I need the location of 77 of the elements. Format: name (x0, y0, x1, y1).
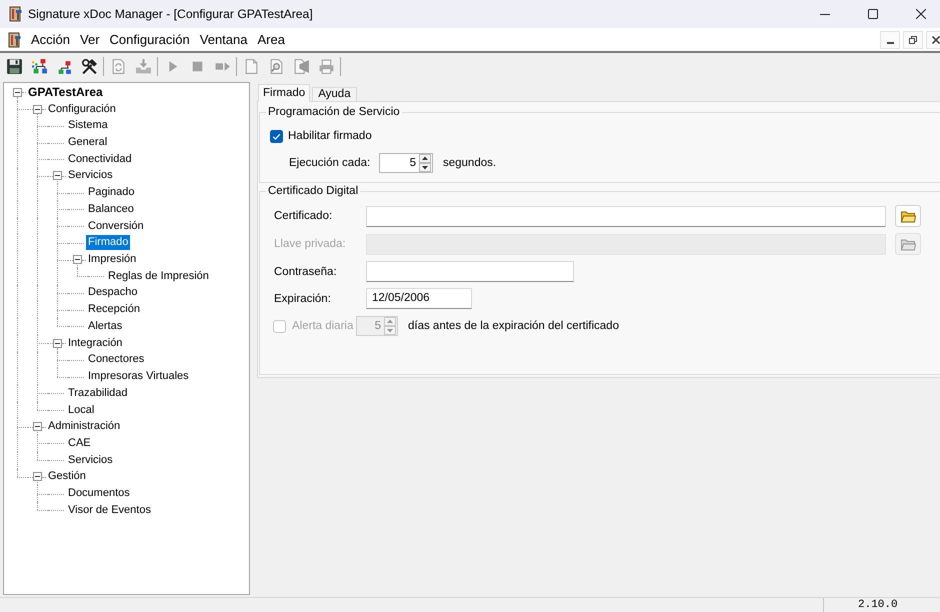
tree-item[interactable]: CAE (66, 436, 93, 451)
maximize-icon (868, 9, 878, 19)
restore-button[interactable] (903, 30, 923, 48)
tree-item[interactable]: Impresoras Virtuales (86, 369, 191, 384)
field-label: Expiración: (274, 292, 332, 304)
password-field[interactable] (366, 261, 574, 282)
menu-item[interactable]: Ver (75, 30, 105, 49)
date-field[interactable]: 12/05/2006 (366, 288, 472, 309)
tree-item[interactable]: Despacho (86, 285, 140, 300)
tree-item[interactable]: Reglas de Impresión (106, 268, 211, 284)
tree-item[interactable]: Conectividad (66, 152, 134, 167)
tree-item[interactable]: Local (66, 402, 96, 418)
checkbox-label: Habilitar firmado (288, 130, 372, 142)
tree-item[interactable]: Administración (46, 419, 122, 434)
collapse-icon[interactable] (33, 104, 42, 114)
tree-item[interactable]: GPATestArea (26, 84, 105, 100)
app-icon (9, 6, 23, 22)
app-icon[interactable] (8, 32, 22, 48)
tree-item[interactable]: Servicios (66, 452, 115, 468)
tree-item[interactable]: Recepción (86, 302, 142, 318)
minimize-button[interactable] (880, 30, 900, 48)
spin-up-icon[interactable] (419, 154, 431, 163)
menu-item[interactable]: Acción (26, 30, 76, 49)
restore-icon (909, 36, 917, 44)
tree-item[interactable]: Configuración (46, 102, 118, 117)
hierarchy-icon[interactable] (30, 58, 48, 75)
tree-item[interactable]: Conversión (86, 218, 146, 234)
minimize-icon (886, 42, 894, 44)
tree-item[interactable]: General (66, 135, 110, 150)
folder-icon (900, 237, 916, 251)
menu-item[interactable]: Configuración (104, 30, 195, 49)
tools-icon[interactable] (80, 58, 98, 75)
tree-item[interactable]: Integración (66, 336, 124, 351)
field-label: Certificado: (274, 210, 334, 222)
group-title: Certificado Digital (267, 184, 360, 198)
tree-item[interactable]: Sistema (66, 118, 110, 134)
tree-item[interactable]: Paginado (86, 185, 136, 200)
field-label: Contraseña: (274, 266, 338, 278)
tree-item[interactable]: Balanceo (86, 202, 136, 217)
interval-label: Ejecución cada: (289, 157, 372, 169)
hierarchy-icon[interactable] (56, 58, 72, 75)
tree-item[interactable]: Visor de Eventos (66, 502, 153, 518)
close-icon (916, 9, 926, 19)
alert-description: días antes de la expiración del certificado (408, 320, 619, 332)
tab[interactable]: Ayuda (312, 87, 357, 101)
window-title: Signature xDoc Manager - [Configurar GPATestArea] (28, 7, 313, 21)
close-icon (932, 36, 940, 44)
tree-item[interactable]: Documentos (66, 486, 132, 502)
tree-item[interactable]: Alertas (86, 318, 124, 334)
checkbox[interactable] (270, 130, 283, 142)
unit-label: segundos. (443, 157, 496, 169)
collapse-icon[interactable] (13, 88, 22, 97)
file-field[interactable] (366, 206, 886, 226)
close-button[interactable] (926, 30, 940, 48)
menu-item[interactable]: Ventana (194, 30, 252, 49)
checkbox-label: Alerta diaria (292, 320, 354, 332)
tab[interactable]: Firmado (258, 84, 310, 102)
collapse-icon[interactable] (33, 472, 42, 482)
tree-item[interactable]: Servicios (66, 168, 115, 184)
spin-down-icon[interactable] (419, 163, 431, 172)
collapse-icon[interactable] (53, 338, 62, 348)
tree-item[interactable]: Impresión (86, 252, 138, 268)
tree-item[interactable]: Gestión (46, 469, 88, 484)
tree-item[interactable]: Firmado (86, 235, 130, 250)
browse-button[interactable] (895, 205, 921, 227)
collapse-icon[interactable] (53, 171, 62, 180)
collapse-icon[interactable] (33, 422, 42, 432)
menu-item[interactable]: Area (252, 30, 290, 49)
tree-item[interactable]: Conectores (86, 352, 146, 368)
collapse-icon[interactable] (73, 255, 82, 264)
field-label: Llave privada: (274, 238, 347, 250)
save-icon[interactable] (6, 58, 22, 75)
folder-icon (900, 209, 916, 223)
version-label: 2.10.0 (858, 599, 898, 611)
group-title: Programación de Servicio (267, 105, 401, 119)
interval-spinbox[interactable]: 5 (379, 153, 433, 173)
tree-item[interactable]: Trazabilidad (66, 386, 130, 401)
